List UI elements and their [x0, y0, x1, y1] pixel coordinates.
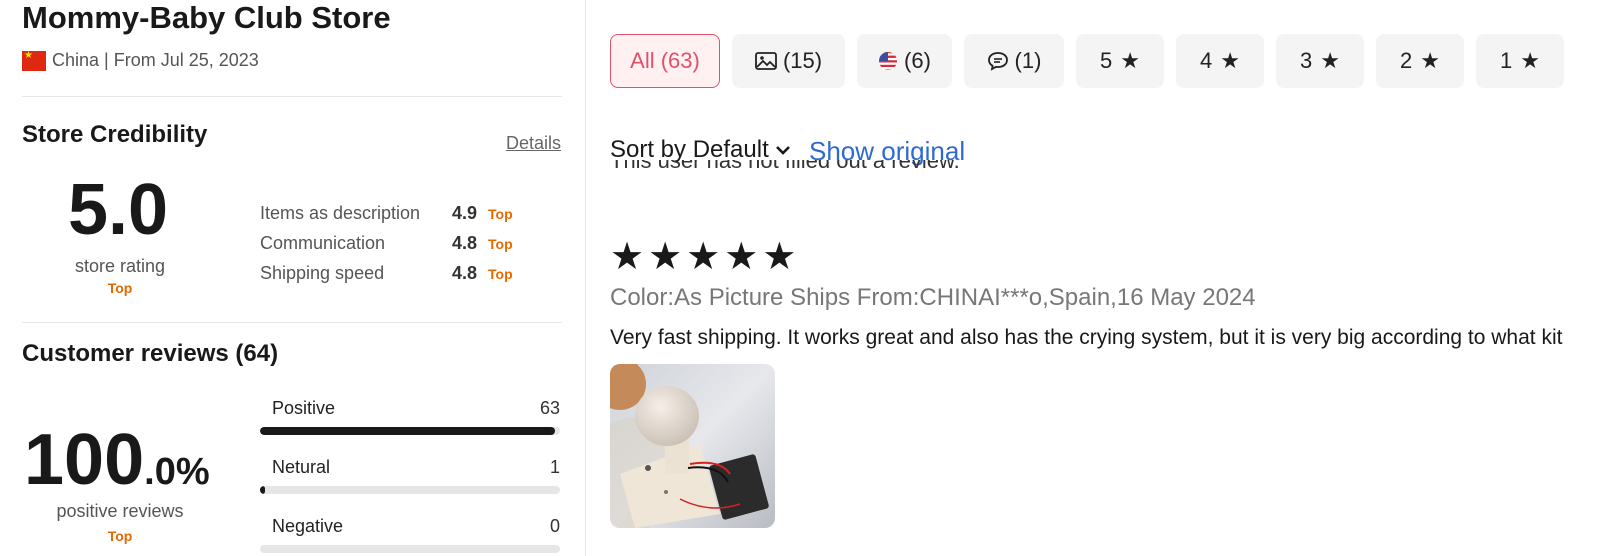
filter-label: 4 — [1200, 48, 1213, 73]
divider — [22, 322, 562, 323]
rating-bar-negative[interactable]: Negative 0 — [260, 516, 560, 553]
filter-label: (1) — [1014, 48, 1042, 73]
filter-4-star-chip[interactable]: 4 ★ — [1176, 34, 1264, 88]
filter-label: 5 — [1100, 48, 1113, 73]
filter-label: (15) — [782, 48, 823, 73]
rating-bar-label: Netural — [272, 457, 331, 477]
divider — [22, 96, 562, 97]
metric-badge: Top — [488, 206, 513, 222]
store-credibility-title: Store Credibility — [22, 121, 208, 148]
rating-bar-count: 1 — [549, 457, 560, 477]
store-info-panel: Mommy-Baby Club Store China | From Jul 2… — [0, 0, 586, 556]
star-icon: ★ — [1320, 48, 1340, 73]
review-photo[interactable] — [610, 364, 775, 528]
metric-label: Items as description — [260, 203, 421, 223]
rating-bar-count: 63 — [539, 398, 560, 418]
star-icon: ★ — [1420, 48, 1440, 73]
filter-3-star-chip[interactable]: 3 ★ — [1276, 34, 1364, 88]
previous-review-text: This user has not filled out a review. — [610, 160, 1110, 182]
review-text: Very fast shipping. It works great and a… — [610, 326, 1563, 349]
positive-percentage-int: 100 — [24, 420, 145, 500]
rating-bar-label: Negative — [272, 516, 344, 536]
star-icon: ★ — [762, 236, 797, 278]
details-link[interactable]: Details — [506, 133, 561, 154]
metric-label: Shipping speed — [260, 263, 385, 283]
store-meta-text: China | From Jul 25, 2023 — [52, 50, 259, 70]
filter-local-chip[interactable]: (6) — [857, 34, 952, 88]
rating-bar-label: Positive — [272, 398, 336, 418]
image-icon — [755, 52, 777, 70]
metric-value: 4.8 — [452, 233, 478, 253]
filter-comment-chip[interactable]: (1) — [964, 34, 1064, 88]
positive-percentage-frac: .0% — [144, 451, 210, 493]
store-rating-badge: Top — [107, 280, 133, 296]
star-icon: ★ — [648, 236, 683, 278]
store-meta: China | From Jul 25, 2023 — [22, 50, 259, 71]
filter-5-star-chip[interactable]: 5 ★ — [1076, 34, 1164, 88]
previous-review-text-content: This user has not filled out a review. — [610, 160, 960, 173]
rating-bar-positive[interactable]: Positive 63 — [260, 398, 560, 435]
review-filter-bar: All (63) (15) (6) (1) 5 ★ 4 ★ 3 ★ 2 ★ 1 ★ — [610, 34, 1564, 88]
metric-badge: Top — [488, 266, 513, 282]
review-meta: Color:As Picture Ships From:CHINAI***o,S… — [610, 284, 1256, 311]
star-icon: ★ — [724, 236, 759, 278]
chevron-down-icon — [775, 144, 791, 156]
us-flag-icon — [878, 51, 898, 71]
metric-value: 4.9 — [452, 203, 478, 223]
rating-bar-fill — [260, 486, 265, 494]
filter-label: (6) — [904, 48, 931, 73]
metric-row: Items as description 4.9 Top — [260, 203, 513, 224]
star-icon: ★ — [1520, 48, 1540, 73]
positive-reviews-badge: Top — [107, 528, 133, 544]
store-name[interactable]: Mommy-Baby Club Store — [22, 0, 391, 36]
filter-label: 3 — [1300, 48, 1313, 73]
rating-bar-track — [260, 427, 560, 435]
store-rating-caption: store rating — [74, 256, 166, 276]
store-rating-value: 5.0 — [68, 170, 169, 250]
filter-photos-chip[interactable]: (15) — [732, 34, 845, 88]
filter-label: 1 — [1500, 48, 1513, 73]
metric-badge: Top — [488, 236, 513, 252]
rating-bar-fill — [260, 427, 556, 435]
filter-label: All (63) — [630, 48, 700, 73]
customer-reviews-title: Customer reviews (64) — [22, 340, 279, 367]
rating-bar-track — [260, 486, 560, 494]
star-icon: ★ — [1220, 48, 1240, 73]
rating-bar-count: 0 — [549, 516, 560, 536]
filter-1-star-chip[interactable]: 1 ★ — [1476, 34, 1564, 88]
metric-label: Communication — [260, 233, 386, 253]
star-icon: ★ — [1120, 48, 1140, 73]
filter-all-chip[interactable]: All (63) — [610, 34, 720, 88]
review-stars: ★ ★ ★ ★ ★ — [610, 238, 796, 276]
filter-label: 2 — [1400, 48, 1413, 73]
star-icon: ★ — [686, 236, 721, 278]
filter-2-star-chip[interactable]: 2 ★ — [1376, 34, 1464, 88]
china-flag-icon — [22, 50, 46, 71]
positive-percentage: 100.0% — [24, 422, 210, 498]
metric-row: Communication 4.8 Top — [260, 233, 513, 254]
comment-icon — [987, 51, 1009, 71]
metric-row: Shipping speed 4.8 Top — [260, 263, 513, 284]
rating-bar-track — [260, 545, 560, 553]
rating-bar-neutral[interactable]: Netural 1 — [260, 457, 560, 494]
positive-reviews-caption: positive reviews — [56, 501, 184, 521]
metric-value: 4.8 — [452, 263, 478, 283]
star-icon: ★ — [610, 236, 645, 278]
